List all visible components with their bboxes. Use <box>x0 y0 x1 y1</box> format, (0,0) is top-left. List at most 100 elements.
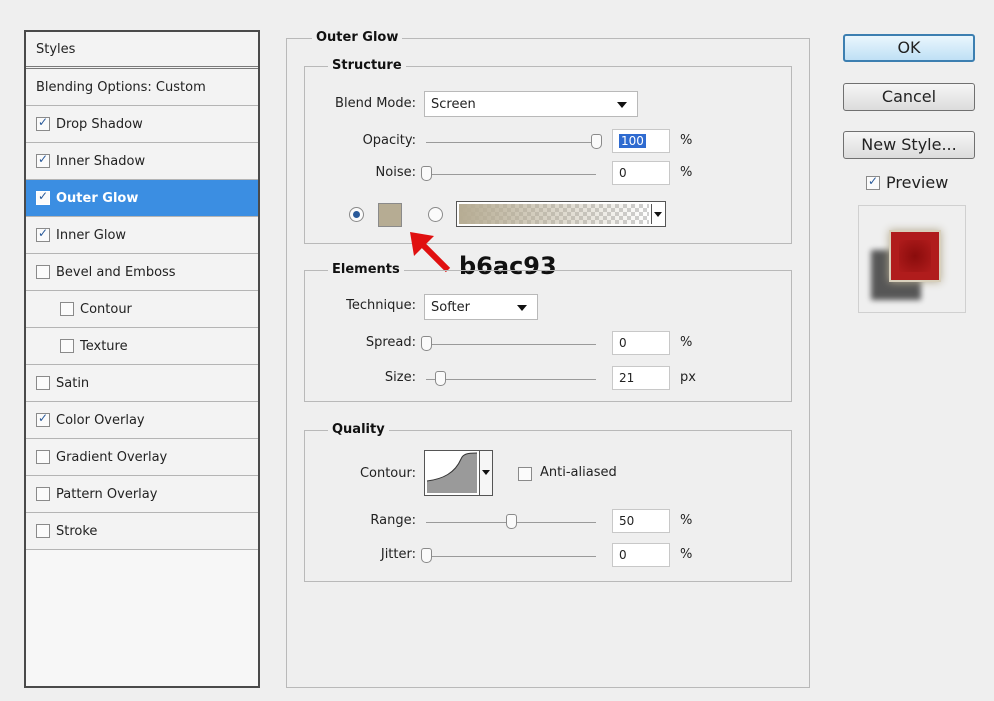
size-slider-thumb[interactable] <box>435 371 447 386</box>
technique-label: Technique: <box>346 298 416 313</box>
style-item-label: Bevel and Emboss <box>56 264 176 280</box>
contour-picker[interactable] <box>424 450 480 496</box>
style-item-checkbox[interactable] <box>60 339 74 353</box>
ok-button[interactable]: OK <box>843 34 975 62</box>
jitter-slider-track[interactable] <box>426 556 596 557</box>
annotation-arrow-icon <box>410 232 451 273</box>
anti-aliased-checkbox[interactable] <box>518 467 532 481</box>
style-item-checkbox[interactable] <box>36 115 50 131</box>
style-item-color-overlay[interactable]: Color Overlay <box>26 402 258 439</box>
blend-mode-value: Screen <box>431 97 476 112</box>
range-slider-thumb[interactable] <box>506 514 517 529</box>
style-item-label: Texture <box>80 338 128 354</box>
spread-slider-thumb[interactable] <box>421 336 432 351</box>
gradient-picker[interactable] <box>456 201 666 227</box>
jitter-value: 0 <box>619 548 627 562</box>
gradient-dropdown-icon[interactable] <box>651 204 663 224</box>
noise-slider-thumb[interactable] <box>421 166 432 181</box>
technique-select[interactable]: Softer <box>424 294 538 320</box>
size-field[interactable]: 21 <box>612 366 670 390</box>
opacity-label: Opacity: <box>362 133 416 148</box>
style-item-inner-shadow[interactable]: Inner Shadow <box>26 143 258 180</box>
opacity-slider-track[interactable] <box>426 142 596 143</box>
glow-color-swatch[interactable] <box>378 203 402 227</box>
style-item-checkbox[interactable] <box>36 152 50 168</box>
preview-swatch <box>889 230 941 282</box>
elements-title: Elements <box>328 262 404 277</box>
style-item-drop-shadow[interactable]: Drop Shadow <box>26 106 258 143</box>
opacity-field[interactable]: 100 <box>612 129 670 153</box>
gradient-radio[interactable] <box>428 207 443 222</box>
jitter-slider-thumb[interactable] <box>421 548 432 563</box>
opacity-slider-thumb[interactable] <box>591 134 602 149</box>
style-item-label: Blending Options: Custom <box>36 79 206 95</box>
chevron-down-icon <box>617 102 627 108</box>
cancel-button[interactable]: Cancel <box>843 83 975 111</box>
noise-unit: % <box>680 165 693 180</box>
style-item-label: Gradient Overlay <box>56 449 168 465</box>
style-item-checkbox[interactable] <box>36 487 50 501</box>
style-item-checkbox[interactable] <box>36 450 50 464</box>
style-item-label: Inner Shadow <box>56 153 146 169</box>
style-item-texture[interactable]: Texture <box>26 328 258 365</box>
spread-field[interactable]: 0 <box>612 331 670 355</box>
style-item-label: Drop Shadow <box>56 116 143 132</box>
style-item-inner-glow[interactable]: Inner Glow <box>26 217 258 254</box>
anti-aliased-label: Anti-aliased <box>540 465 617 480</box>
size-unit: px <box>680 370 696 385</box>
new-style-button[interactable]: New Style... <box>843 131 975 159</box>
jitter-unit: % <box>680 547 693 562</box>
style-item-checkbox[interactable] <box>36 226 50 242</box>
technique-value: Softer <box>431 300 470 315</box>
structure-title: Structure <box>328 58 406 73</box>
styles-list: Styles Blending Options: Custom Drop Shad… <box>24 30 260 688</box>
style-item-outer-glow[interactable]: Outer Glow <box>26 180 258 217</box>
style-item-bevel-and-emboss[interactable]: Bevel and Emboss <box>26 254 258 291</box>
blend-mode-select[interactable]: Screen <box>424 91 638 117</box>
contour-dropdown-icon[interactable] <box>479 450 493 496</box>
range-value: 50 <box>619 514 635 528</box>
noise-value: 0 <box>619 166 627 180</box>
style-item-label: Inner Glow <box>56 227 127 243</box>
chevron-down-icon <box>517 305 527 311</box>
style-item-contour[interactable]: Contour <box>26 291 258 328</box>
style-item-stroke[interactable]: Stroke <box>26 513 258 550</box>
preview-inner <box>899 240 931 272</box>
noise-slider-track[interactable] <box>426 174 596 175</box>
style-item-blending-options-custom[interactable]: Blending Options: Custom <box>26 69 258 106</box>
style-item-checkbox[interactable] <box>36 376 50 390</box>
preview-toggle[interactable]: Preview <box>866 173 948 192</box>
style-item-checkbox[interactable] <box>36 189 50 205</box>
styles-header[interactable]: Styles <box>26 32 258 69</box>
quality-title: Quality <box>328 422 389 437</box>
style-item-checkbox[interactable] <box>36 411 50 427</box>
style-item-label: Color Overlay <box>56 412 145 428</box>
style-item-satin[interactable]: Satin <box>26 365 258 402</box>
spread-value: 0 <box>619 336 627 350</box>
style-item-checkbox[interactable] <box>36 524 50 538</box>
styles-header-label: Styles <box>36 41 76 57</box>
jitter-label: Jitter: <box>380 547 416 562</box>
style-item-label: Outer Glow <box>56 190 139 206</box>
style-item-label: Satin <box>56 375 90 391</box>
spread-slider-track[interactable] <box>426 344 596 345</box>
solid-color-radio[interactable] <box>349 207 364 222</box>
size-slider-track[interactable] <box>426 379 596 380</box>
range-label: Range: <box>370 513 416 528</box>
style-item-checkbox[interactable] <box>36 265 50 279</box>
contour-label: Contour: <box>359 466 416 481</box>
style-item-label: Pattern Overlay <box>56 486 158 502</box>
size-value: 21 <box>619 371 635 385</box>
gradient-preview <box>459 204 649 224</box>
style-item-pattern-overlay[interactable]: Pattern Overlay <box>26 476 258 513</box>
range-field[interactable]: 50 <box>612 509 670 533</box>
size-label: Size: <box>384 370 416 385</box>
contour-curve-icon <box>426 452 478 493</box>
noise-label: Noise: <box>375 165 416 180</box>
style-item-gradient-overlay[interactable]: Gradient Overlay <box>26 439 258 476</box>
preview-checkbox[interactable] <box>866 174 880 190</box>
style-item-checkbox[interactable] <box>60 302 74 316</box>
jitter-field[interactable]: 0 <box>612 543 670 567</box>
style-preview <box>858 205 966 313</box>
noise-field[interactable]: 0 <box>612 161 670 185</box>
